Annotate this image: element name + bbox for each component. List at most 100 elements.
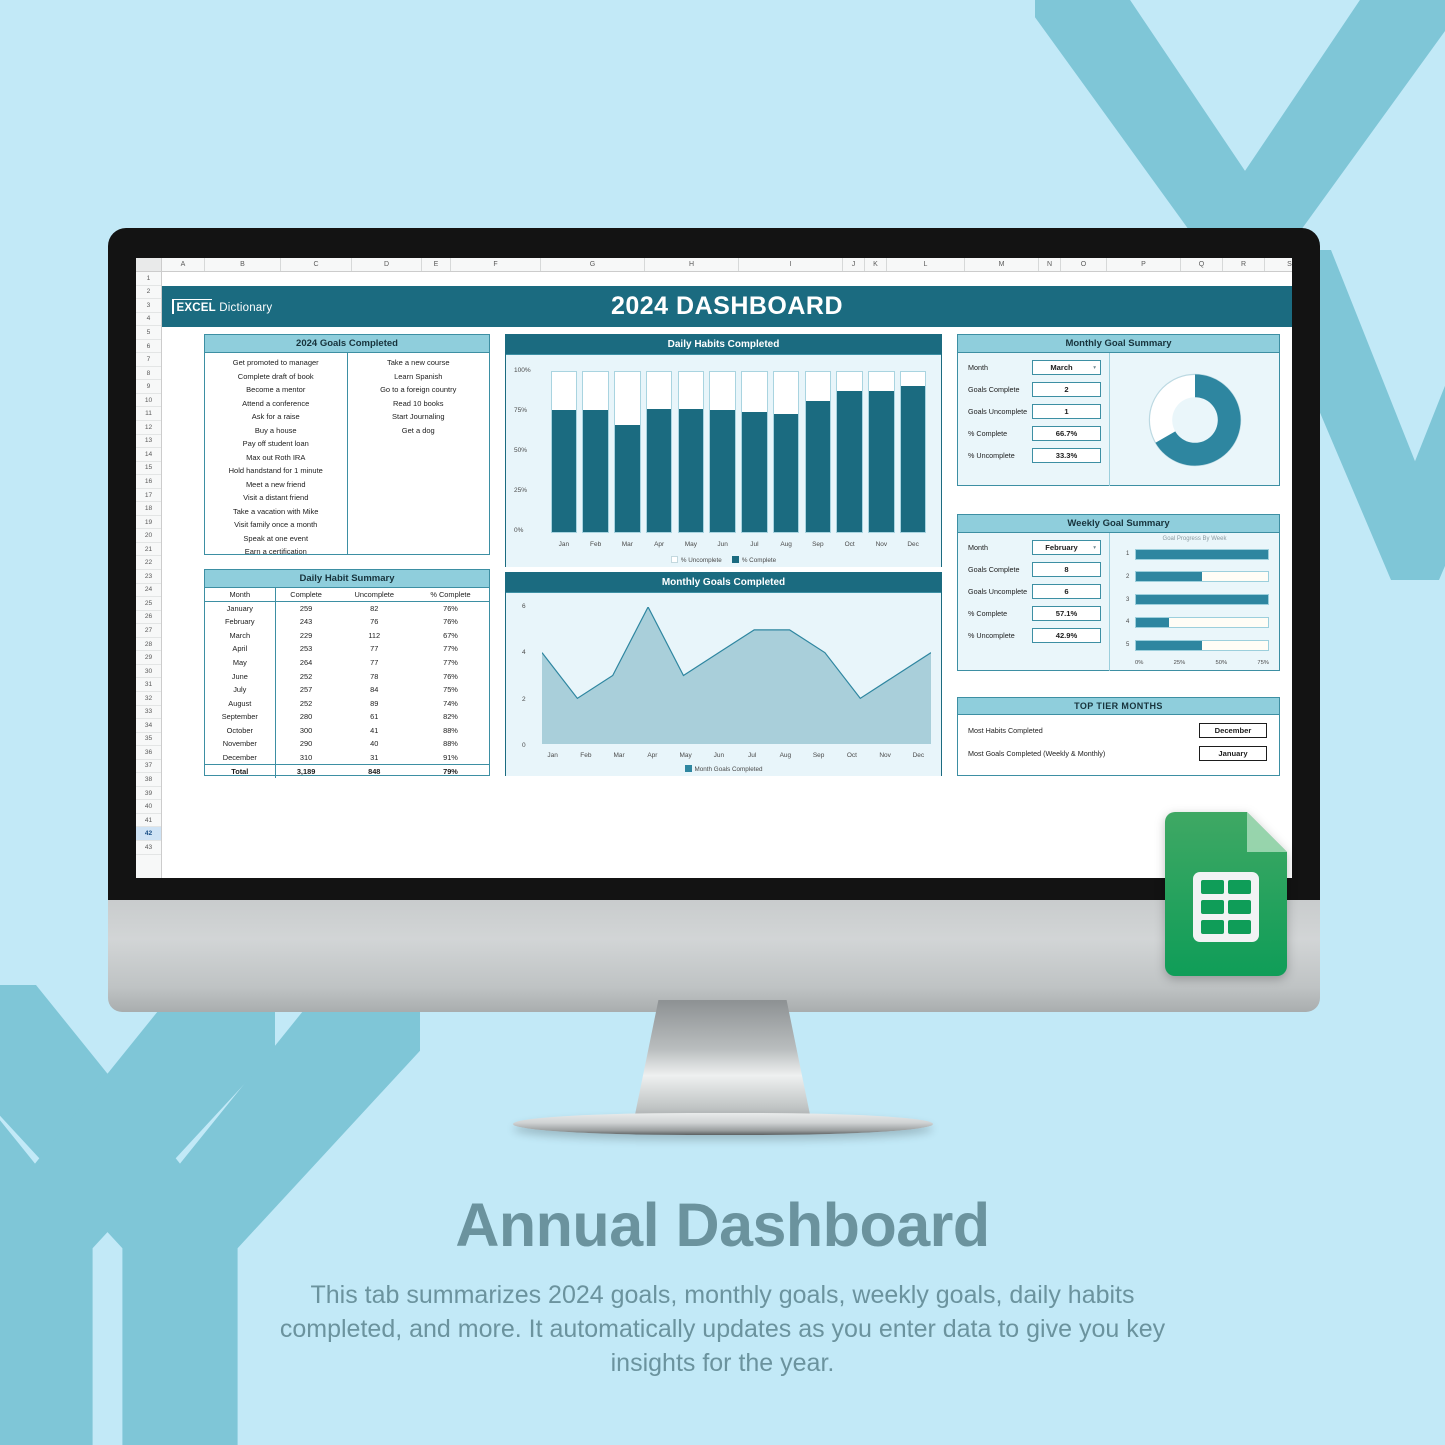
- column-header-K[interactable]: K: [865, 258, 887, 271]
- row-header-22[interactable]: 22: [136, 556, 161, 571]
- row-header-25[interactable]: 25: [136, 597, 161, 611]
- row-header-42[interactable]: 42: [136, 827, 161, 841]
- row-header-4[interactable]: 4: [136, 313, 161, 327]
- row-header-38[interactable]: 38: [136, 773, 161, 787]
- summary-row: % Complete 57.1%: [968, 606, 1101, 621]
- goal-item: Get a dog: [401, 425, 435, 435]
- column-header-Q[interactable]: Q: [1181, 258, 1223, 271]
- row-header-12[interactable]: 12: [136, 421, 161, 435]
- table-cell: June: [205, 669, 276, 683]
- row-header-27[interactable]: 27: [136, 624, 161, 638]
- column-header-R[interactable]: R: [1223, 258, 1265, 271]
- table-total-cell: Total: [205, 763, 276, 778]
- row-header-6[interactable]: 6: [136, 340, 161, 354]
- row-header-1[interactable]: 1: [136, 272, 161, 286]
- month-dropdown[interactable]: March ▾: [1032, 360, 1101, 375]
- row-header-19[interactable]: 19: [136, 516, 161, 530]
- table-cell: 41: [370, 725, 379, 735]
- row-header-24[interactable]: 24: [136, 584, 161, 598]
- row-header-20[interactable]: 20: [136, 529, 161, 543]
- row-header-10[interactable]: 10: [136, 394, 161, 408]
- row-header-21[interactable]: 21: [136, 543, 161, 557]
- row-header-36[interactable]: 36: [136, 746, 161, 760]
- row-header-33[interactable]: 33: [136, 706, 161, 720]
- column-header-L[interactable]: L: [887, 258, 965, 271]
- week-bar-fill: [1136, 595, 1268, 604]
- row-header-28[interactable]: 28: [136, 638, 161, 652]
- column-header-A[interactable]: A: [162, 258, 205, 271]
- grid-area: EXCEL Dictionary 2024 DASHBOARD 2024 Goa…: [162, 272, 1292, 878]
- legend-label-month-goals: Month Goals Completed: [694, 766, 763, 773]
- bar-column: [677, 371, 705, 533]
- row-header-39[interactable]: 39: [136, 787, 161, 801]
- row-header-14[interactable]: 14: [136, 448, 161, 462]
- table-total-row: Total 3,189 848 79%: [205, 763, 489, 778]
- bar-segment-uncomplete: [900, 372, 926, 387]
- row-header-7[interactable]: 7: [136, 353, 161, 367]
- row-header-34[interactable]: 34: [136, 719, 161, 733]
- x-tick-label: Jun: [713, 752, 725, 759]
- area-legend: Month Goals Completed: [506, 765, 941, 773]
- week-bar-fill: [1136, 572, 1202, 582]
- column-header-J[interactable]: J: [843, 258, 865, 271]
- top-tier-row: Most Goals Completed (Weekly & Monthly) J…: [968, 746, 1267, 761]
- row-header-32[interactable]: 32: [136, 692, 161, 706]
- week-bar-row: 3: [1126, 594, 1269, 606]
- caption-body: This tab summarizes 2024 goals, monthly …: [279, 1281, 1166, 1377]
- bar-segment-uncomplete: [742, 372, 767, 412]
- column-header-O[interactable]: O: [1061, 258, 1107, 271]
- bar-column: [614, 371, 641, 533]
- row-header-16[interactable]: 16: [136, 475, 161, 489]
- column-header-S[interactable]: S: [1265, 258, 1292, 271]
- top-tier-value: December: [1199, 723, 1267, 738]
- row-header-18[interactable]: 18: [136, 502, 161, 516]
- goals-panel-title: 2024 Goals Completed: [205, 335, 489, 353]
- row-header-30[interactable]: 30: [136, 665, 161, 679]
- row-header-13[interactable]: 13: [136, 435, 161, 449]
- column-header-C[interactable]: C: [281, 258, 352, 271]
- column-header-F[interactable]: F: [451, 258, 541, 271]
- row-header-2[interactable]: 2: [136, 286, 161, 300]
- x-tick-label: May: [679, 752, 692, 759]
- table-cell: 77%: [443, 644, 458, 654]
- summary-row: % Complete 66.7%: [968, 426, 1101, 441]
- row-header-37[interactable]: 37: [136, 760, 161, 774]
- row-header-17[interactable]: 17: [136, 489, 161, 503]
- row-header-3[interactable]: 3: [136, 299, 161, 313]
- column-header-B[interactable]: B: [205, 258, 281, 271]
- row-header-31[interactable]: 31: [136, 678, 161, 692]
- x-tick-label: Mar: [613, 752, 625, 759]
- column-header-D[interactable]: D: [352, 258, 422, 271]
- row-header-29[interactable]: 29: [136, 651, 161, 665]
- month-dropdown[interactable]: February ▾: [1032, 540, 1101, 555]
- row-header-9[interactable]: 9: [136, 380, 161, 394]
- weekly-summary-title: Weekly Goal Summary: [958, 515, 1279, 533]
- row-header-35[interactable]: 35: [136, 733, 161, 747]
- row-header-41[interactable]: 41: [136, 814, 161, 828]
- row-header-8[interactable]: 8: [136, 367, 161, 381]
- weekly-bars: 1 2 3 4 5: [1126, 548, 1269, 651]
- column-header-G[interactable]: G: [541, 258, 645, 271]
- week-bar-fill: [1136, 640, 1202, 650]
- row-header-23[interactable]: 23: [136, 570, 161, 584]
- caption-block: Annual Dashboard This tab summarizes 202…: [0, 1190, 1445, 1380]
- table-total-cell: 3,189: [275, 763, 337, 778]
- column-header-E[interactable]: E: [422, 258, 451, 271]
- select-all-corner[interactable]: [136, 258, 162, 271]
- weekly-chart-container: Goal Progress By Week 1 2 3 4 5 0% 25% 50% 75%: [1110, 533, 1279, 671]
- row-header-15[interactable]: 15: [136, 462, 161, 476]
- row-header-43[interactable]: 43: [136, 841, 161, 855]
- column-header-P[interactable]: P: [1107, 258, 1181, 271]
- row-header-40[interactable]: 40: [136, 800, 161, 814]
- weekly-x-axis: 0% 25% 50% 75%: [1135, 660, 1269, 666]
- column-header-N[interactable]: N: [1039, 258, 1061, 271]
- column-header-I[interactable]: I: [739, 258, 843, 271]
- column-header-H[interactable]: H: [645, 258, 739, 271]
- row-header-26[interactable]: 26: [136, 611, 161, 625]
- row-header-5[interactable]: 5: [136, 326, 161, 340]
- column-header-M[interactable]: M: [965, 258, 1039, 271]
- habits-bars: [548, 371, 929, 533]
- row-header-11[interactable]: 11: [136, 407, 161, 422]
- bar-column: [645, 371, 673, 533]
- area-fill: [542, 607, 931, 744]
